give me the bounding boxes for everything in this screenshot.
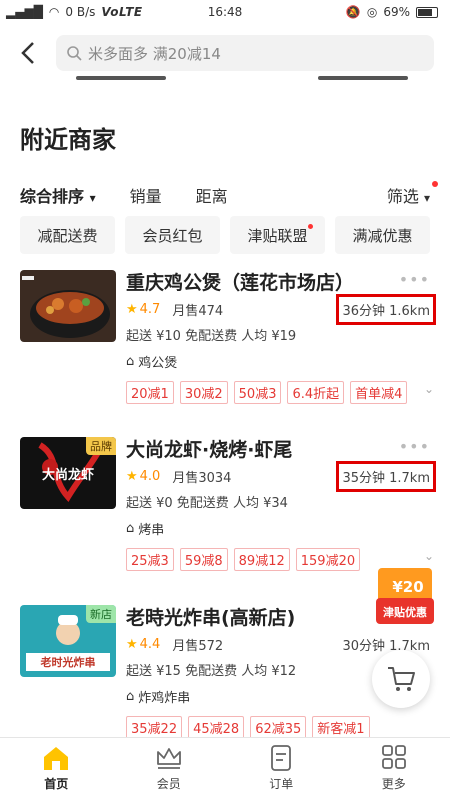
tab-member[interactable]: 会员 [113,738,226,800]
store-category: 炸鸡炸串 [138,691,191,706]
discount-tag: 30减2 [179,381,228,404]
chip-member-coupon[interactable]: 会员红包 [125,216,220,254]
shop-icon: ⌂ [126,689,135,704]
tab-more[interactable]: 更多 [338,738,450,800]
store-thumbnail: 大尚龙虾 品牌 [20,437,116,509]
discount-tag: 新客减1 [312,716,370,739]
chip-discount[interactable]: 满减优惠 [335,216,430,254]
wifi-icon: ◠ [48,5,60,19]
discount-tag: 89减12 [233,548,290,571]
store-rating: 4.0 [139,469,161,484]
store-category: 鸡公煲 [138,356,178,371]
store-rating: 4.7 [139,302,161,317]
monthly-sales: 月售572 [172,639,224,654]
status-bar: ▂▄▆█ ◠ 0 B/s VoLTE 16:48 🔕 ◎ 69% [0,0,450,24]
star-icon: ★ [126,302,138,317]
tab-orders[interactable]: 订单 [225,738,338,800]
chevron-down-icon: ▾ [423,191,430,205]
search-icon [67,46,82,61]
back-button[interactable] [14,39,42,67]
bottom-nav: 首页 会员 订单 更多 [0,737,450,800]
filter-chips: 减配送费 会员红包 津贴联盟 满减优惠 [20,216,430,254]
delivery-time-distance: 35分钟 1.7km [336,461,436,492]
sticker-amount: ¥20 [392,578,423,596]
sticker-label: 津贴优惠 [383,605,427,619]
delivery-time-distance: 36分钟 1.6km [336,294,436,325]
delivery-info: 起送 ¥10 免配送费 人均 ¥19 [126,329,297,344]
more-options-icon[interactable]: ••• [399,270,430,289]
store-card[interactable]: 重庆鸡公煲（莲花市场店） ★ 4.7 月售474 36分钟 1.6km 起送 ¥… [20,270,440,410]
chip-reduce-delivery[interactable]: 减配送费 [20,216,115,254]
discount-tag: 62减35 [250,716,307,739]
discount-tag: 59减8 [179,548,228,571]
network-speed: 0 B/s [65,5,96,19]
order-list-icon [271,745,292,771]
star-icon: ★ [126,469,138,484]
discount-tag: 50减3 [233,381,282,404]
sort-comprehensive[interactable]: 综合排序 ▾ [20,183,96,207]
monthly-sales: 月售3034 [172,471,232,486]
lock-rotation-icon: ◎ [366,5,378,19]
chevron-down-icon: ▾ [89,191,96,205]
expand-icon[interactable]: ⌄ [424,382,434,396]
notification-dot [432,181,438,187]
search-input[interactable]: 米多面多 满20减14 [56,35,434,71]
store-category: 烤串 [138,523,165,538]
discount-tag: 首单减4 [350,381,408,404]
volte-indicator: VoLTE [101,5,143,19]
sort-sales[interactable]: 销量 [130,183,162,207]
grid-icon [381,745,406,769]
battery-icon [416,6,438,18]
more-options-icon[interactable]: ••• [399,437,430,456]
star-icon: ★ [126,637,138,652]
thumb-text: 老时光炸串 [40,655,96,669]
new-store-badge: 新店 [86,605,116,623]
shop-icon: ⌂ [126,521,135,536]
discount-tag: 6.4折起 [287,381,345,404]
notification-dot [308,224,313,229]
discount-tags: 20减1 30减2 50减3 6.4折起 首单减4 [126,381,440,404]
tab-home[interactable]: 首页 [0,738,113,800]
discount-tag: 20减1 [126,381,174,404]
discount-tags: 35减22 45减28 62减35 新客减1 [126,716,440,739]
back-arrow-icon [21,42,34,64]
store-name: 大尚龙虾·烧烤·虾尾 [126,439,293,461]
store-thumbnail [20,270,116,342]
discount-tag: 45减28 [188,716,245,739]
shop-icon: ⌂ [126,354,135,369]
thumb-text: 大尚龙虾 [42,467,94,483]
store-card[interactable]: 大尚龙虾 品牌 大尚龙虾·烧烤·虾尾 ★ 4.0 月售3034 35分钟 1.7… [20,437,440,577]
cart-button[interactable] [372,650,430,708]
filter-button[interactable]: 筛选 ▾ [387,181,438,207]
store-thumbnail: 老时光炸串 新店 [20,605,116,677]
signal-icon: ▂▄▆█ [6,5,43,19]
discount-tag: 159减20 [295,548,361,571]
cart-icon [388,667,415,691]
discount-tag: 25减3 [126,548,174,571]
page-title: 附近商家 [20,126,116,154]
crown-icon [156,748,181,769]
discount-tag: 35减22 [126,716,183,739]
store-name: 重庆鸡公煲（莲花市场店） [126,272,355,294]
search-header: 米多面多 满20减14 [0,28,450,78]
expand-icon[interactable]: ⌄ [424,549,434,563]
brand-badge: 品牌 [86,437,116,455]
delivery-time-distance: 30分钟 1.7km [342,639,430,654]
sort-bar: 综合排序 ▾ 销量 距离 筛选 ▾ [0,180,450,210]
search-placeholder: 米多面多 满20减14 [88,44,221,63]
sort-distance[interactable]: 距离 [196,183,228,207]
monthly-sales: 月售474 [172,304,224,319]
delivery-info: 起送 ¥0 免配送费 人均 ¥34 [126,496,288,511]
battery-percent: 69% [383,5,410,19]
chip-subsidy-alliance[interactable]: 津贴联盟 [230,216,325,254]
home-icon [44,747,69,770]
subsidy-sticker[interactable]: ¥20 津贴优惠 [374,566,436,628]
mute-icon: 🔕 [345,5,361,19]
scroll-edge [0,76,450,84]
store-rating: 4.4 [139,637,161,652]
